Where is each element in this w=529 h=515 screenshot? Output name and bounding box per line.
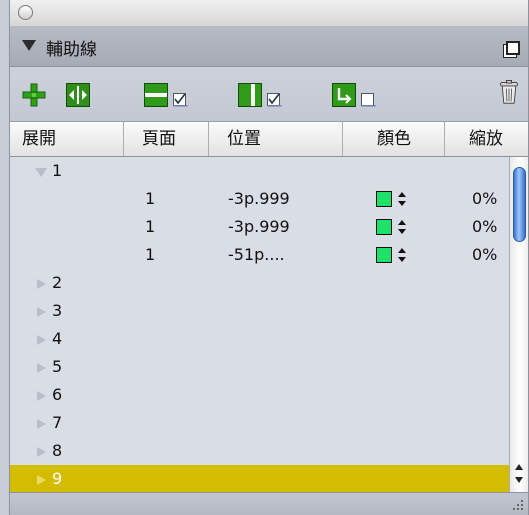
color-stepper-icon[interactable] [398,219,406,235]
column-color[interactable]: 顏色 [343,122,445,156]
panel-titlebar[interactable] [10,0,528,27]
group-row-3[interactable]: 3 [10,297,509,325]
trash-icon[interactable] [498,80,520,104]
expand-triangle-icon[interactable] [37,447,46,457]
column-zoom[interactable]: 縮放 [445,122,528,156]
panel-header: 輔助線 [10,26,528,67]
group-row-2[interactable]: 2 [10,269,509,297]
column-position[interactable]: 位置 [209,122,343,156]
group-label: 3 [52,301,63,320]
expand-triangle-icon[interactable] [37,475,46,485]
group-label: 9 [52,469,63,488]
guide-zoom: 0% [472,245,498,264]
guide-row[interactable]: 1 -3p.999 0% [10,185,509,213]
group-label: 7 [52,413,63,432]
panel-menu-icon[interactable] [506,41,520,55]
column-page[interactable]: 頁面 [124,122,209,156]
color-swatch[interactable] [376,247,392,263]
guide-page: 1 [145,245,156,264]
expand-triangle-icon[interactable] [35,168,47,177]
guide-page: 1 [145,189,156,208]
guide-position[interactable]: -3p.999 [228,185,290,213]
guide-row[interactable]: 1 -3p.999 0% [10,213,509,241]
expand-triangle-icon[interactable] [37,419,46,429]
expand-triangle-icon[interactable] [37,391,46,401]
group-row-1[interactable]: 1 [10,157,509,185]
group-row-8[interactable]: 8 [10,437,509,465]
panel-title: 輔助線 [46,40,97,60]
vertical-scrollbar[interactable] [509,157,528,492]
horizontal-guide-toggle-icon[interactable] [144,83,192,107]
guide-page: 1 [145,217,156,236]
guide-position[interactable]: -3p.999 [228,213,290,241]
toolbar [10,67,528,122]
collapse-triangle-icon[interactable] [22,40,36,51]
group-label: 5 [52,357,63,376]
guide-zoom: 0% [472,189,498,208]
close-button[interactable] [18,5,33,20]
group-row-4[interactable]: 4 [10,325,509,353]
group-row-9[interactable]: 9 [10,465,509,493]
expand-triangle-icon[interactable] [37,279,46,289]
scroll-thumb[interactable] [513,167,526,242]
panel-footer [10,492,528,515]
color-swatch[interactable] [376,219,392,235]
group-label: 8 [52,441,63,460]
resize-grip-icon[interactable] [512,499,524,511]
split-guides-icon[interactable] [66,83,90,107]
group-label: 2 [52,273,63,292]
guide-position[interactable]: -51p.... [228,241,285,269]
expand-triangle-icon[interactable] [37,335,46,345]
add-guide-icon[interactable] [22,83,46,107]
guide-zoom: 0% [472,217,498,236]
group-label: 1 [52,161,63,180]
group-row-6[interactable]: 6 [10,381,509,409]
color-stepper-icon[interactable] [398,191,406,207]
scroll-down-arrow-icon[interactable] [515,477,523,483]
column-expand[interactable]: 展開 [10,122,124,156]
column-header: 展開 頁面 位置 顏色 縮放 [10,122,528,157]
expand-triangle-icon[interactable] [37,363,46,373]
group-row-5[interactable]: 5 [10,353,509,381]
color-stepper-icon[interactable] [398,247,406,263]
color-swatch[interactable] [376,191,392,207]
guide-row[interactable]: 1 -51p.... 0% [10,241,509,269]
lock-guide-toggle-icon[interactable] [332,83,380,107]
group-row-7[interactable]: 7 [10,409,509,437]
scroll-up-arrow-icon[interactable] [515,464,523,470]
guides-panel: 輔助線 展開 頁面 位置 顏色 縮放 1 1 -3p.999 0% 1 -3p.… [9,0,529,515]
guide-list: 1 1 -3p.999 0% 1 -3p.999 0% 1 -51p.... 0… [10,157,509,493]
group-label: 4 [52,329,63,348]
expand-triangle-icon[interactable] [37,307,46,317]
vertical-guide-toggle-icon[interactable] [238,83,286,107]
group-label: 6 [52,385,63,404]
